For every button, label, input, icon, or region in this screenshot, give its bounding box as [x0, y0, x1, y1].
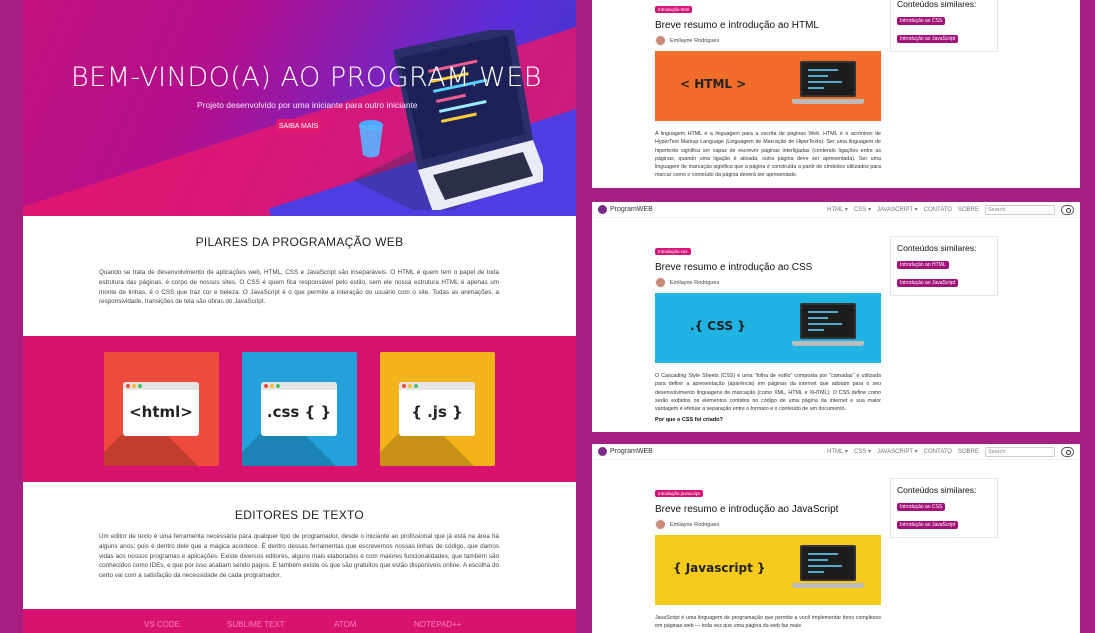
- brand-name: ProgramWEB: [610, 448, 653, 455]
- similar-link-js[interactable]: Introdução ao JavaScript: [897, 279, 959, 287]
- similar-title: Conteúdos similares:: [897, 0, 977, 9]
- banner-label: < HTML >: [680, 77, 747, 91]
- author: Emilayne Rodrigues: [655, 35, 881, 46]
- article-banner: { Javascript }: [655, 535, 881, 605]
- pillars-text: Quando se trata de desenvolvimento de ap…: [99, 269, 499, 306]
- article-subheading: Por que o CSS foi criado?: [655, 417, 723, 424]
- hero-subtitle: Projeto desenvolvido por uma iniciante p…: [197, 100, 418, 110]
- homepage-screenshot: BEM-VINDO(A) AO PROGRAM.WEB Projeto dese…: [23, 0, 576, 633]
- laptop-icon: [792, 303, 864, 346]
- banner-label: { Javascript }: [673, 561, 766, 575]
- html-tile-label: <html>: [129, 403, 193, 421]
- nav-contato[interactable]: CONTATO: [924, 449, 952, 455]
- article-tag[interactable]: Introdução-css: [655, 248, 691, 255]
- similar-content-box: Conteúdos similares: Introdução ao CSS I…: [890, 0, 998, 52]
- editor-tab-atom[interactable]: ATOM: [334, 620, 356, 629]
- similar-link-js[interactable]: Introdução ao JavaScript: [897, 35, 959, 43]
- js-tile-label: { .js }: [411, 403, 463, 421]
- css-tile[interactable]: .css { }: [242, 352, 357, 466]
- nav-html[interactable]: HTML ▾: [827, 448, 848, 455]
- hero-title: BEM-VINDO(A) AO PROGRAM.WEB: [71, 62, 542, 93]
- browser-window-icon: .css { }: [261, 382, 337, 436]
- article: Introdução-html Breve resumo e introduçã…: [655, 0, 881, 180]
- brand-logo-icon: [598, 205, 607, 214]
- author: Emilayne Rodrigues: [655, 519, 881, 530]
- browser-window-icon: <html>: [123, 382, 199, 436]
- author-name: Emilayne Rodrigues: [670, 521, 720, 528]
- editors-text: Um editor de texto é uma ferramenta nece…: [99, 533, 499, 580]
- brand[interactable]: ProgramWEB: [598, 447, 653, 456]
- nav-html[interactable]: HTML ▾: [827, 206, 848, 213]
- similar-content-box: Conteúdos similares: Introdução ao CSS I…: [890, 478, 998, 538]
- nav-contato[interactable]: CONTATO: [924, 207, 952, 213]
- nav-sobre[interactable]: SOBRE: [958, 449, 979, 455]
- language-tiles-section: <html> .css { } { .js }: [23, 336, 576, 482]
- brand-logo-icon: [598, 447, 607, 456]
- banner-label: .{ CSS }: [690, 319, 746, 333]
- laptop-illustration: [353, 30, 543, 210]
- author: Emilayne Rodrigues: [655, 277, 881, 288]
- article-title: Breve resumo e introdução ao CSS: [655, 262, 813, 273]
- editors-title: EDITORES DE TEXTO: [234, 508, 365, 522]
- editor-tab-notepad[interactable]: NOTEPAD++: [414, 620, 461, 629]
- pillars-title: PILARES DA PROGRAMAÇÃO WEB: [195, 235, 404, 249]
- learn-more-button[interactable]: SAIBA MAIS: [276, 119, 321, 133]
- nav-css[interactable]: CSS ▾: [854, 448, 871, 455]
- similar-link-css[interactable]: Introdução ao CSS: [897, 17, 946, 25]
- article-banner: < HTML >: [655, 51, 881, 121]
- avatar: [655, 519, 666, 530]
- editor-tab-vscode[interactable]: VS CODE: [144, 620, 180, 629]
- article-banner: .{ CSS }: [655, 293, 881, 363]
- browser-window-icon: { .js }: [399, 382, 475, 436]
- article-title: Breve resumo e introdução ao HTML: [655, 20, 819, 31]
- avatar: [655, 277, 666, 288]
- author-name: Emilayne Rodrigues: [670, 279, 720, 286]
- search-icon[interactable]: [1061, 204, 1074, 215]
- laptop-icon: [792, 545, 864, 588]
- article-tag[interactable]: Introdução-javascript: [655, 490, 703, 497]
- article: Introdução-javascript Breve resumo e int…: [655, 482, 881, 631]
- css-tile-label: .css { }: [266, 403, 332, 421]
- search-input[interactable]: Search: [985, 204, 1055, 215]
- nav-javascript[interactable]: JAVASCRIPT ▾: [877, 448, 918, 455]
- article-text: JavaScript é uma linguagem de programaçã…: [655, 615, 881, 630]
- editors-bar: VS CODE SUBLIME TEXT ATOM NOTEPAD++: [23, 609, 576, 633]
- article-text: O Cascading Style Sheets (CSS) é uma "fo…: [655, 373, 881, 413]
- nav-css[interactable]: CSS ▾: [854, 206, 871, 213]
- similar-link-js[interactable]: Introdução ao JavaScript: [897, 521, 959, 529]
- js-page-screenshot: ProgramWEB HTML ▾ CSS ▾ JAVASCRIPT ▾ CON…: [592, 444, 1080, 633]
- editor-tab-sublime[interactable]: SUBLIME TEXT: [227, 620, 285, 629]
- laptop-icon: [792, 61, 864, 104]
- js-tile[interactable]: { .js }: [380, 352, 495, 466]
- brand[interactable]: ProgramWEB: [598, 205, 653, 214]
- similar-title: Conteúdos similares:: [897, 243, 977, 253]
- hero-section: BEM-VINDO(A) AO PROGRAM.WEB Projeto dese…: [23, 0, 576, 216]
- html-page-screenshot: Introdução-html Breve resumo e introduçã…: [592, 0, 1080, 188]
- similar-content-box: Conteúdos similares: Introdução ao HTML …: [890, 236, 998, 296]
- nav-javascript[interactable]: JAVASCRIPT ▾: [877, 206, 918, 213]
- article-title: Breve resumo e introdução ao JavaScript: [655, 504, 839, 515]
- author-name: Emilayne Rodrigues: [670, 37, 720, 44]
- similar-link-css[interactable]: Introdução ao CSS: [897, 503, 946, 511]
- article-tag[interactable]: Introdução-html: [655, 6, 693, 13]
- article: Introdução-css Breve resumo e introdução…: [655, 240, 881, 423]
- search-icon[interactable]: [1061, 446, 1074, 457]
- navbar: ProgramWEB HTML ▾ CSS ▾ JAVASCRIPT ▾ CON…: [592, 444, 1080, 460]
- avatar: [655, 35, 666, 46]
- similar-link-html[interactable]: Introdução ao HTML: [897, 261, 949, 269]
- similar-title: Conteúdos similares:: [897, 485, 977, 495]
- nav-sobre[interactable]: SOBRE: [958, 207, 979, 213]
- navbar: ProgramWEB HTML ▾ CSS ▾ JAVASCRIPT ▾ CON…: [592, 202, 1080, 218]
- html-tile[interactable]: <html>: [104, 352, 219, 466]
- css-page-screenshot: ProgramWEB HTML ▾ CSS ▾ JAVASCRIPT ▾ CON…: [592, 202, 1080, 432]
- article-text: A linguagem HTML é a linguagem para a es…: [655, 131, 881, 179]
- search-input[interactable]: Search: [985, 446, 1055, 457]
- brand-name: ProgramWEB: [610, 206, 653, 213]
